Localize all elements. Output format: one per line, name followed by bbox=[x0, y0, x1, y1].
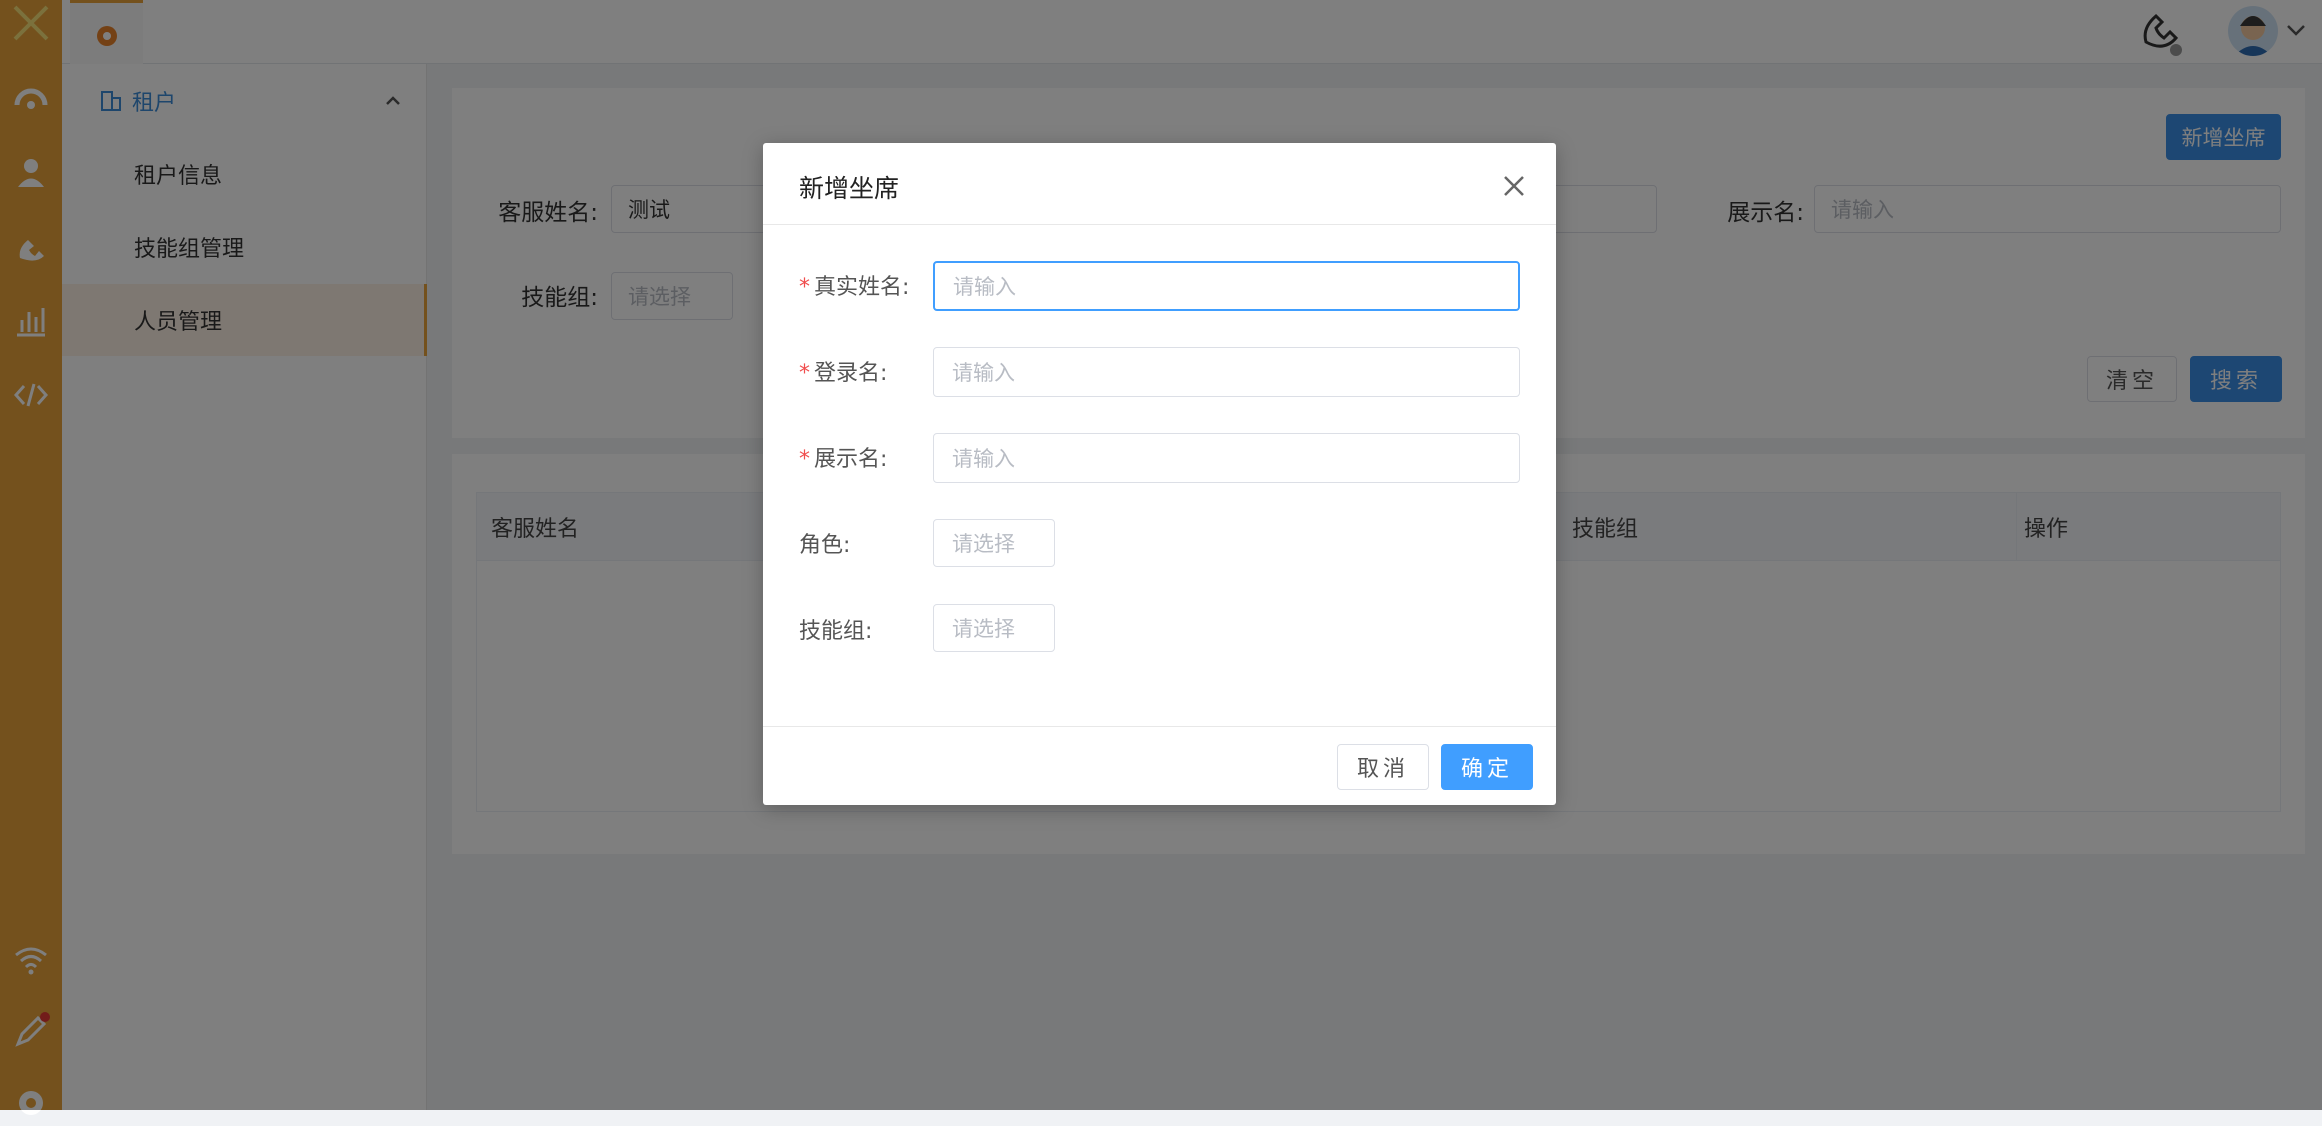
required-mark: * bbox=[799, 275, 810, 300]
real-name-input[interactable]: 请输入 bbox=[933, 261, 1520, 311]
skill-group-select[interactable]: 请选择 bbox=[933, 604, 1055, 652]
display-name-label-text: 展示名: bbox=[814, 447, 888, 472]
cancel-button[interactable]: 取消 bbox=[1337, 744, 1429, 790]
display-name-input[interactable]: 请输入 bbox=[933, 433, 1520, 483]
login-name-label-text: 登录名: bbox=[814, 361, 888, 386]
real-name-label: * 真实姓名: bbox=[799, 269, 919, 301]
close-icon[interactable] bbox=[1499, 171, 1529, 201]
confirm-button[interactable]: 确定 bbox=[1441, 744, 1533, 790]
dialog-header-divider bbox=[763, 224, 1556, 225]
required-mark: * bbox=[799, 361, 810, 386]
real-name-label-text: 真实姓名: bbox=[814, 275, 910, 300]
display-name-label: * 展示名: bbox=[799, 441, 919, 473]
dialog-footer-divider bbox=[763, 726, 1556, 727]
login-name-input[interactable]: 请输入 bbox=[933, 347, 1520, 397]
role-label: 角色: bbox=[799, 533, 851, 558]
role-select[interactable]: 请选择 bbox=[933, 519, 1055, 567]
required-mark: * bbox=[799, 447, 810, 472]
skill-group-label: 技能组: bbox=[799, 619, 873, 644]
dialog-title: 新增坐席 bbox=[799, 174, 900, 203]
login-name-label: * 登录名: bbox=[799, 355, 919, 387]
add-agent-dialog: 新增坐席 * 真实姓名: 请输入 * 登录名: 请输入 * 展示名: 请输入 角色: … bbox=[763, 143, 1556, 805]
